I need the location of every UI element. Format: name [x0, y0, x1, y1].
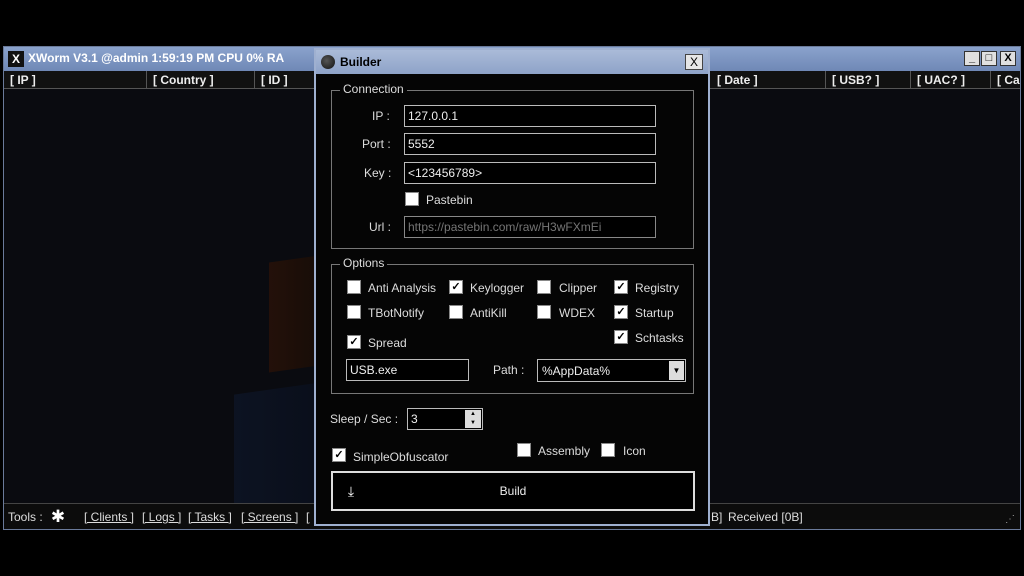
builder-app-icon — [321, 55, 335, 69]
url-input[interactable] — [404, 216, 656, 238]
logs-link[interactable]: [ Logs ] — [142, 504, 181, 530]
close-button[interactable]: X — [1000, 51, 1016, 66]
path-label: Path : — [493, 363, 525, 377]
column-ca[interactable]: [ Ca — [991, 71, 1022, 89]
startup-checkbox[interactable]: ✓ — [614, 305, 628, 319]
spin-down-icon[interactable]: ▼ — [465, 419, 481, 428]
simple-obfuscator-checkbox[interactable]: ✓ — [332, 448, 346, 462]
tbotnotify-label: TBotNotify — [368, 306, 425, 320]
maximize-button[interactable]: □ — [981, 51, 997, 66]
builder-dialog: Builder X Connection IP : Port : Key : P… — [314, 48, 710, 526]
schtasks-label: Schtasks — [635, 331, 684, 345]
sleep-label: Sleep / Sec : — [330, 412, 399, 426]
connection-legend: Connection — [340, 82, 407, 96]
chevron-down-icon[interactable]: ▼ — [669, 361, 684, 380]
tools-icon[interactable]: ✱ — [49, 508, 67, 526]
clipper-label: Clipper — [559, 281, 598, 295]
background-logo-shape — [234, 383, 314, 515]
builder-titlebar[interactable]: Builder X — [316, 50, 708, 74]
received-counter: Received [0B] — [728, 510, 803, 524]
path-selected-value: %AppData% — [542, 364, 611, 378]
port-input[interactable] — [404, 133, 656, 155]
pastebin-checkbox[interactable] — [405, 192, 419, 206]
wdex-label: WDEX — [559, 306, 595, 320]
sleep-stepper[interactable]: 3 ▲ ▼ — [407, 408, 483, 430]
anti-analysis-label: Anti Analysis — [368, 281, 437, 295]
assembly-label: Assembly — [538, 444, 591, 458]
keylogger-label: Keylogger — [470, 281, 525, 295]
column-date[interactable]: [ Date ] — [711, 71, 826, 89]
wdex-checkbox[interactable] — [537, 305, 551, 319]
column-id[interactable]: [ ID ] — [255, 71, 315, 89]
simple-obfuscator-label: SimpleObfuscator — [353, 450, 449, 464]
column-usb[interactable]: [ USB? ] — [826, 71, 911, 89]
build-button[interactable]: ⤓ Build — [331, 471, 695, 511]
minimize-button[interactable]: _ — [964, 51, 980, 66]
spread-label: Spread — [368, 336, 407, 350]
key-label: Key : — [364, 166, 392, 180]
ip-label: IP : — [372, 109, 390, 123]
options-legend: Options — [340, 256, 388, 270]
sleep-value[interactable]: 3 — [411, 412, 418, 426]
startup-label: Startup — [635, 306, 674, 320]
screens-link[interactable]: [ Screens ] — [241, 504, 298, 530]
build-label: Build — [499, 484, 527, 498]
app-logo-icon: X — [8, 51, 24, 67]
registry-label: Registry — [635, 281, 680, 295]
column-ip[interactable]: [ IP ] — [4, 71, 147, 89]
anti-analysis-checkbox[interactable] — [347, 280, 361, 294]
usb-name-input[interactable] — [346, 359, 469, 381]
keylogger-checkbox[interactable]: ✓ — [449, 280, 463, 294]
background-logo-shape — [269, 255, 319, 373]
icon-label: Icon — [623, 444, 646, 458]
spread-checkbox[interactable]: ✓ — [347, 335, 361, 349]
url-label: Url : — [369, 220, 391, 234]
builder-title: Builder — [340, 55, 382, 69]
more-link[interactable]: [ — [306, 504, 309, 530]
port-label: Port : — [362, 137, 391, 151]
resize-grip-icon[interactable]: ⋰ — [1005, 514, 1017, 526]
registry-checkbox[interactable]: ✓ — [614, 280, 628, 294]
main-window-title: XWorm V3.1 @admin 1:59:19 PM CPU 0% RA — [28, 51, 285, 65]
assembly-checkbox[interactable] — [517, 443, 531, 457]
column-country[interactable]: [ Country ] — [147, 71, 255, 89]
clients-link[interactable]: [ Clients ] — [84, 504, 134, 530]
pastebin-label: Pastebin — [426, 193, 473, 207]
ip-input[interactable] — [404, 105, 656, 127]
schtasks-checkbox[interactable]: ✓ — [614, 330, 628, 344]
sent-counter-fragment: B] — [711, 510, 723, 524]
connection-group: Connection IP : Port : Key : Pastebin Ur… — [331, 82, 694, 249]
tools-label: Tools : — [8, 510, 43, 524]
antikill-label: AntiKill — [470, 306, 507, 320]
column-uac[interactable]: [ UAC? ] — [911, 71, 991, 89]
spin-up-icon[interactable]: ▲ — [465, 410, 481, 419]
icon-checkbox[interactable] — [601, 443, 615, 457]
path-dropdown[interactable]: %AppData% ▼ — [537, 359, 686, 382]
tbotnotify-checkbox[interactable] — [347, 305, 361, 319]
key-input[interactable] — [404, 162, 656, 184]
tasks-link[interactable]: [ Tasks ] — [188, 504, 232, 530]
builder-close-button[interactable]: X — [685, 54, 703, 70]
clipper-checkbox[interactable] — [537, 280, 551, 294]
antikill-checkbox[interactable] — [449, 305, 463, 319]
